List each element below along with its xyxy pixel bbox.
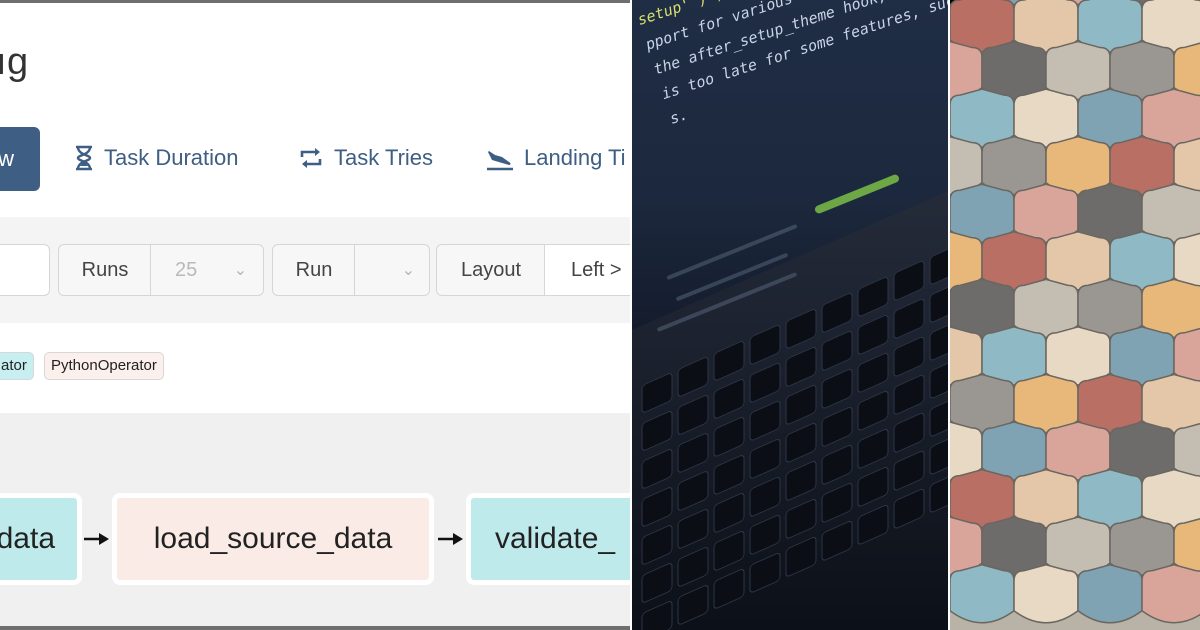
base-date-input[interactable] [0,244,50,296]
colorful-tiles-photo [950,0,1200,630]
tile-shape [1045,516,1111,576]
plane-landing-icon [487,151,513,171]
task-tries-link[interactable]: Task Tries [298,143,433,173]
tile-shape [950,373,1015,434]
tile-shape [1045,135,1111,196]
tile-shape [981,421,1047,481]
tile-shape [981,516,1047,576]
tile-shape [1141,563,1200,624]
tile-shape [950,563,1015,624]
task-tries-label: Task Tries [334,145,434,170]
runs-select-value: 25 [175,258,198,281]
repeat-icon [300,148,322,168]
task-duration-label: Task Duration [104,145,239,170]
tile-shape [950,278,1015,338]
tile-shape [1077,373,1143,434]
tile-shape [1109,421,1175,481]
tile-shape [1013,373,1079,434]
tile-shape [1109,135,1175,196]
task-node-label: data [0,522,55,555]
layout-select-value: Left > [571,258,622,281]
tile-shape [1013,468,1079,529]
edge-arrow [84,533,109,545]
task-node[interactable]: data [0,493,82,585]
task-duration-link[interactable]: Task Duration [74,143,239,173]
run-select[interactable]: ⌄ [354,244,430,296]
panel-bottom-border [0,626,632,630]
tile-shape [1013,563,1079,624]
hourglass-icon [76,145,92,171]
airflow-ui-panel: ıg w Task Duration Task Tries Landing Ti… [0,0,632,630]
tiles-pattern [950,0,1200,624]
layout-select[interactable]: Left > [544,244,632,296]
tile-shape [1045,421,1111,481]
tile-shape [950,88,1015,148]
load-source-data-node[interactable]: load_source_data [112,493,434,585]
edge-arrow [438,533,463,545]
tile-shape [1077,563,1143,624]
tile-shape [1013,88,1079,148]
landing-times-link[interactable]: Landing Ti [486,143,626,173]
tile-shape [981,40,1047,101]
run-label: Run [272,244,356,296]
tile-shape [1077,88,1143,148]
tile-shape [981,326,1047,386]
tile-shape [1077,183,1143,243]
tile-shape [1045,40,1111,101]
tile-shape [1077,468,1143,529]
tile-shape [1013,278,1079,338]
python-operator-tag[interactable]: PythonOperator [44,352,164,380]
laptop-code-photo: setup' ) ) ; pport for various WordPress… [632,0,950,630]
validate-node[interactable]: validate_ [466,493,632,585]
operator-tag[interactable]: ator [0,352,34,380]
dag-title: ıg [0,41,29,83]
tile-shape [1013,183,1079,243]
landing-times-label: Landing Ti [524,145,626,170]
tile-shape [1109,516,1175,576]
runs-label: Runs [58,244,152,296]
tile-shape [1045,231,1111,291]
tile-shape [950,468,1015,529]
tile-shape [1077,278,1143,338]
tile-shape [950,183,1015,243]
tile-shape [981,231,1047,291]
chevron-down-icon: ⌄ [401,262,415,279]
graph-view-button[interactable]: w [0,127,40,191]
layout-label: Layout [436,244,546,296]
tile-shape [1109,231,1175,291]
tile-shape [981,135,1047,196]
runs-select[interactable]: 25 ⌄ [150,244,264,296]
task-node-label: load_source_data [153,522,393,555]
tile-shape [1045,326,1111,386]
tile-shape [1109,326,1175,386]
graph-view-label: w [0,127,14,191]
tile-shape [1109,40,1175,101]
chevron-down-icon: ⌄ [233,262,247,279]
task-node-label: validate_ [495,522,616,555]
